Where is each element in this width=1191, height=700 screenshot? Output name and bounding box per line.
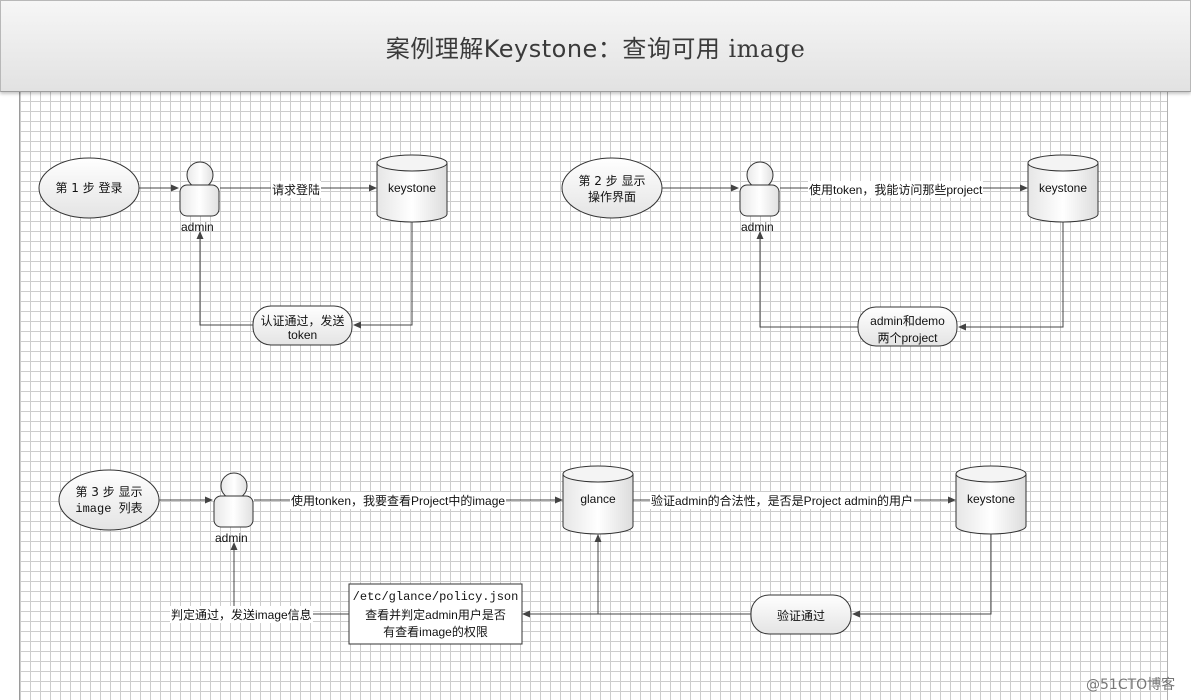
step2-request-label: 使用token，我能访问那些project <box>808 181 984 198</box>
step1-request-label: 请求登陆 <box>271 181 322 198</box>
step1-ellipse-label: 第 1 步 登录 <box>55 181 123 195</box>
watermark: @51CTO博客 <box>1086 677 1176 693</box>
step2-actor-icon <box>739 161 780 217</box>
diagram-header: 案例理解Keystone：查询可用 image <box>0 0 1191 92</box>
step3-glance-label: glance <box>580 492 616 506</box>
step3-actor-icon <box>213 472 254 528</box>
step1-db-label: keystone <box>387 181 437 195</box>
step3-keystone-label: keystone <box>966 492 1016 506</box>
step2-response-line1: admin和demo <box>870 314 945 328</box>
step2-response-line2: 两个project <box>877 331 938 345</box>
step3-arrow-result-actor <box>230 542 349 615</box>
step3-policy-line2: 查看并判定admin用户是否 <box>365 608 506 622</box>
step3-request-label: 使用tonken，我要查看Project中的image <box>290 492 507 509</box>
step2-ellipse-label-line2: 操作界面 <box>587 190 636 204</box>
step3-arrow-db-verified <box>852 534 992 618</box>
step2-arrow-response-actor <box>756 231 858 328</box>
step3-policy-line1: /etc/glance/policy.json <box>352 590 519 604</box>
step1-actor-label: admin <box>181 220 214 234</box>
step1-actor-icon <box>179 161 220 217</box>
step1-response-line2: token <box>287 328 318 342</box>
title-main: 案例理解Keystone：查询可用 <box>385 35 721 63</box>
step2-arrow-db-response <box>958 222 1064 331</box>
step3-verified-label: 验证通过 <box>776 609 825 623</box>
step2-db-label: keystone <box>1038 181 1088 195</box>
title-suffix: image <box>720 35 806 63</box>
step3-ellipse-label-line2: image 列表 <box>75 502 143 516</box>
step3-ellipse-label-line1: 第 3 步 显示 <box>75 485 143 499</box>
step3-ellipse <box>58 469 160 531</box>
diagram-title: 案例理解Keystone：查询可用 image <box>1 29 1190 64</box>
step1-response-line1: 认证通过，发送 <box>260 314 345 328</box>
step1-arrow-db-response <box>353 222 413 329</box>
step3-actor-label: admin <box>215 531 248 545</box>
step3-result-label: 判定通过，发送image信息 <box>170 606 313 623</box>
step2-actor-label: admin <box>741 220 774 234</box>
step2-ellipse-label-line1: 第 2 步 显示 <box>578 174 646 188</box>
diagram-shapes <box>38 154 1099 645</box>
step3-verify-label: 验证admin的合法性，是否是Project admin的用户 <box>650 492 915 509</box>
step3-policy-line3: 有查看image的权限 <box>383 625 488 639</box>
step1-arrow-response-actor <box>196 231 253 326</box>
